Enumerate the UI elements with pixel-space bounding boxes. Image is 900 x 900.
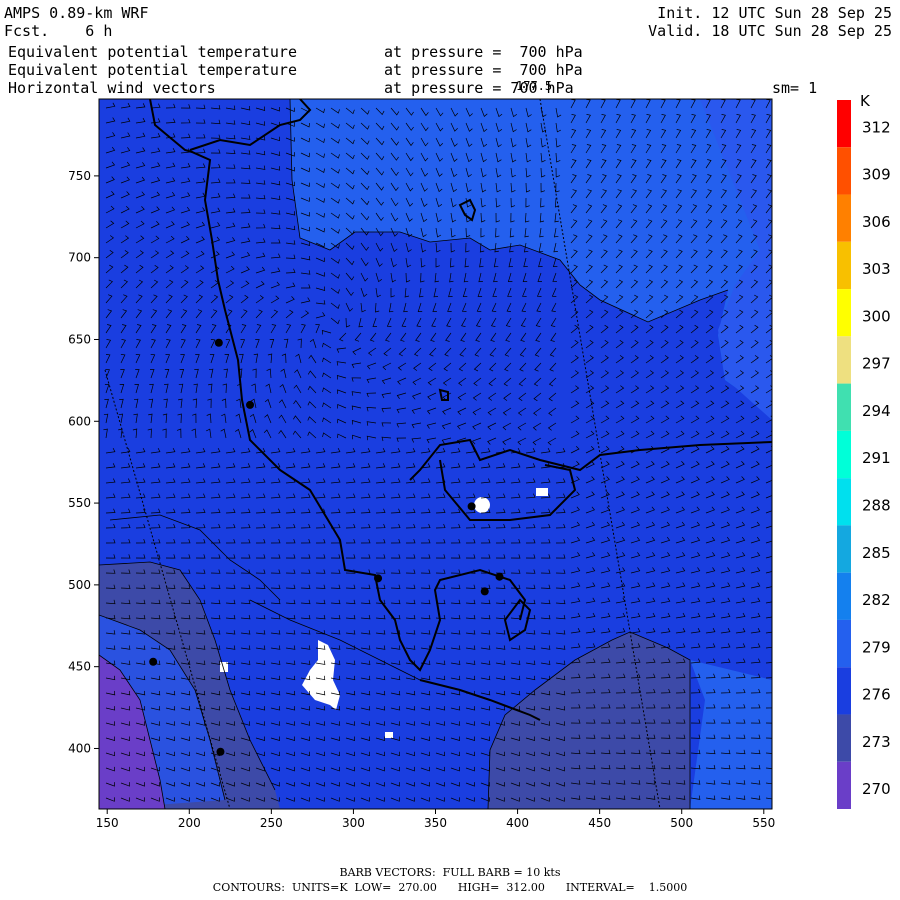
colorbar-tick-label: 276 <box>862 686 891 704</box>
colorbar-swatch <box>837 478 851 526</box>
x-tick-label: 550 <box>752 816 775 830</box>
station-dot <box>216 747 225 756</box>
colorbar-swatch <box>837 525 851 573</box>
x-tick-label: 350 <box>424 816 447 830</box>
x-tick-label: 200 <box>178 816 201 830</box>
colorbar-tick-label: 279 <box>862 638 891 656</box>
colorbar-tick-label: 282 <box>862 591 891 609</box>
contour-legend: CONTOURS: UNITS=K LOW= 270.00 HIGH= 312.… <box>212 881 688 894</box>
y-tick-label: 650 <box>68 332 91 346</box>
colorbar-swatch <box>837 336 851 384</box>
mask-patch-2 <box>474 497 490 513</box>
colorbar-swatch <box>837 194 851 242</box>
station-dot <box>214 338 223 347</box>
x-axis: 150 200 250 300 350 400 450 500 550 <box>96 809 775 830</box>
map-area <box>99 99 772 809</box>
y-tick-label: 600 <box>68 414 91 428</box>
y-tick-label: 450 <box>68 660 91 674</box>
station-dot <box>480 587 489 596</box>
station-dot <box>495 572 504 581</box>
x-tick-label: 400 <box>506 816 529 830</box>
y-tick-label: 550 <box>68 496 91 510</box>
region-southeast-edge <box>690 660 772 809</box>
y-tick-label: 500 <box>68 578 91 592</box>
mask-patch-5 <box>385 732 393 738</box>
colorbar-tick-label: 294 <box>862 402 891 420</box>
chart-canvas: 150 200 250 300 350 400 450 500 550 400 450 500 550… <box>68 92 891 830</box>
station-dot <box>374 574 383 583</box>
colorbar-swatch <box>837 714 851 762</box>
colorbar-tick-label: 297 <box>862 355 891 373</box>
colorbar-swatch <box>837 241 851 290</box>
colorbar-swatch <box>837 100 851 148</box>
colorbar-swatch <box>837 383 851 431</box>
y-axis: 400 450 500 550 600 650 700 750 <box>68 169 99 755</box>
colorbar-tick-label: 291 <box>862 449 891 467</box>
colorbar: 312 309 306 303 300 297 294 291 288 285 282 279 276 2… <box>837 92 891 809</box>
x-tick-label: 500 <box>670 816 693 830</box>
x-tick-label: 450 <box>588 816 611 830</box>
colorbar-swatch <box>837 147 851 195</box>
colorbar-swatch <box>837 667 851 715</box>
colorbar-tick-label: 312 <box>862 118 891 136</box>
colorbar-tick-label: 273 <box>862 733 891 751</box>
colorbar-tick-label: 285 <box>862 544 891 562</box>
colorbar-swatch <box>837 289 851 337</box>
y-tick-label: 400 <box>68 741 91 755</box>
mask-patch-3 <box>536 488 548 496</box>
colorbar-swatch <box>837 430 851 479</box>
station-dot <box>246 400 255 409</box>
colorbar-tick-label: 309 <box>862 166 891 184</box>
colorbar-swatch <box>837 572 851 620</box>
x-tick-label: 300 <box>342 816 365 830</box>
colorbar-swatch <box>837 761 851 809</box>
colorbar-unit: K <box>860 92 871 110</box>
x-tick-label: 150 <box>96 816 119 830</box>
station-dot <box>149 657 158 666</box>
barb-legend: BARB VECTORS: FULL BARB = 10 kts <box>339 866 561 879</box>
colorbar-tick-label: 288 <box>862 496 891 514</box>
x-tick-label: 250 <box>260 816 283 830</box>
colorbar-tick-label: 300 <box>862 307 891 325</box>
colorbar-swatch <box>837 619 851 668</box>
colorbar-tick-label: 270 <box>862 780 891 798</box>
colorbar-tick-label: 306 <box>862 213 891 231</box>
y-tick-label: 700 <box>68 251 91 265</box>
colorbar-tick-label: 303 <box>862 260 891 278</box>
y-tick-label: 750 <box>68 169 91 183</box>
station-dot <box>467 502 476 511</box>
